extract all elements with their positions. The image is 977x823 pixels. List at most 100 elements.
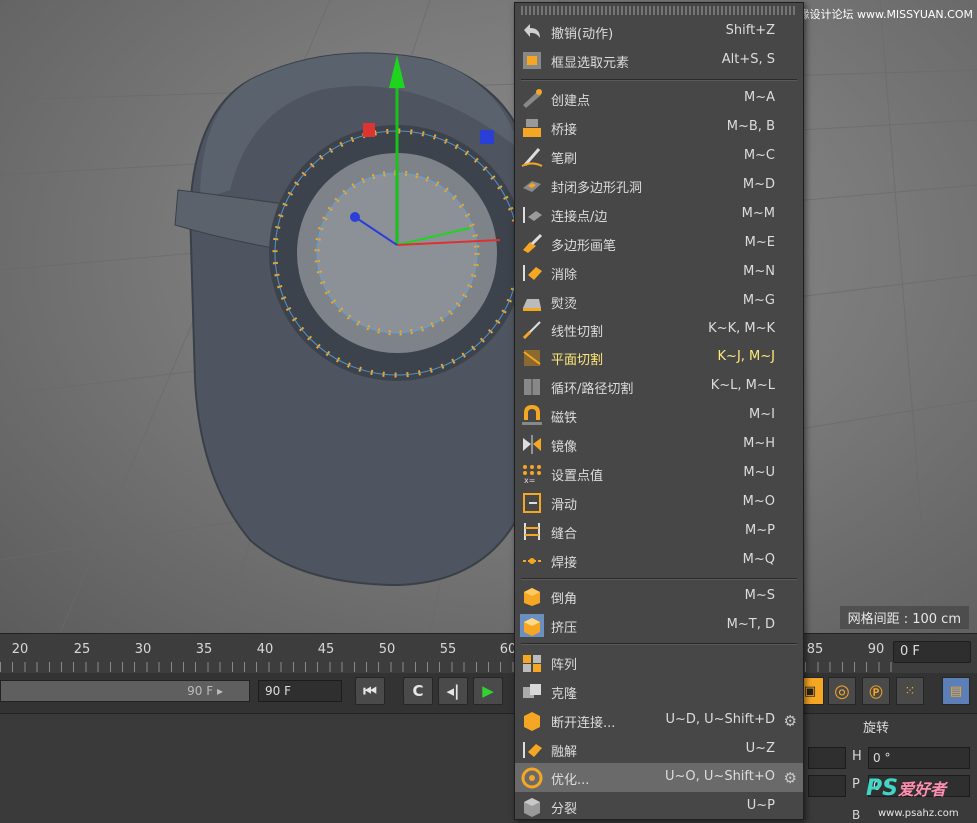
3d-viewport[interactable]: 思缘设计论坛 www.MISSYUAN.COM 网格间距 : 100 cm <box>0 0 977 633</box>
previous-frame-button[interactable]: ◂| <box>438 677 468 705</box>
timeline-tick: 50 <box>378 642 396 657</box>
transport-bar: 90 F ▸ 90 F ⏮ C ◂| ▶ ▣ ◎ Ⓟ ⁙ ▤ <box>0 673 977 713</box>
slide-icon <box>520 491 544 514</box>
play-button[interactable]: ▶ <box>473 677 503 705</box>
rotate-label: 旋转 <box>863 721 890 736</box>
site-url: www.psahz.com <box>878 808 959 819</box>
menu-separator <box>521 79 797 81</box>
melt-icon <box>520 738 544 761</box>
menu-item-weld[interactable]: 焊接 M~Q <box>515 546 803 575</box>
line-cut-icon <box>520 318 544 341</box>
menu-item-bevel[interactable]: 倒角 M~S <box>515 582 803 611</box>
gear-icon[interactable]: ⚙ <box>784 769 797 787</box>
viewport-scene <box>0 0 977 633</box>
coord-field[interactable] <box>808 747 846 769</box>
film-icon: ▤ <box>949 683 963 699</box>
iron-icon <box>520 290 544 313</box>
close-hole-icon <box>520 174 544 197</box>
menu-item-frame-selected[interactable]: 框显选取元素 Alt+S, S <box>515 46 803 75</box>
go-to-start-icon: ⏮ <box>363 682 377 700</box>
timeline-tick: 30 <box>134 642 152 657</box>
timeline-tick: 35 <box>195 642 213 657</box>
menu-separator <box>521 643 797 645</box>
menu-grip[interactable] <box>521 6 797 15</box>
brush-icon <box>520 145 544 168</box>
parameter-key-button[interactable]: Ⓟ <box>862 677 890 705</box>
timeline-tick: 45 <box>317 642 335 657</box>
menu-item-set-point-value[interactable]: x= 设置点值 M~U <box>515 459 803 488</box>
timeline-tick: 40 <box>256 642 274 657</box>
menu-item-melt[interactable]: 融解 U~Z <box>515 735 803 764</box>
menu-item-clone[interactable]: 克隆 <box>515 677 803 706</box>
dots-grid-icon: ⁙ <box>904 683 916 699</box>
menu-item-stitch[interactable]: 缝合 M~P <box>515 517 803 546</box>
site-logo: PS爱好者 <box>866 776 946 801</box>
menu-item-undo[interactable]: 撤销(动作) Shift+Z <box>515 17 803 46</box>
extrude-icon <box>520 614 544 637</box>
menu-item-line-cut[interactable]: 线性切割 K~K, M~K <box>515 315 803 344</box>
h-label: H <box>852 749 862 764</box>
point-level-button[interactable]: ⁙ <box>896 677 924 705</box>
menu-item-array[interactable]: 阵列 <box>515 648 803 677</box>
current-frame-field[interactable]: 0 F <box>893 641 971 663</box>
menu-item-slide[interactable]: 滑动 M~O <box>515 488 803 517</box>
grid-spacing-label: 网格间距 : 100 cm <box>839 606 969 629</box>
stitch-icon <box>520 520 544 543</box>
keyframe-icon: ▣ <box>803 683 817 699</box>
menu-item-mirror[interactable]: 镜像 M~H <box>515 430 803 459</box>
loop-cut-icon <box>520 375 544 398</box>
timeline-tick: 85 <box>806 642 824 657</box>
menu-item-create-point[interactable]: 创建点 M~A <box>515 84 803 113</box>
menu-item-optimize[interactable]: 优化... U~O, U~Shift+O ⚙ <box>515 763 803 792</box>
menu-item-extrude[interactable]: 挤压 M~T, D <box>515 611 803 640</box>
connect-points-icon <box>520 203 544 226</box>
menu-item-split[interactable]: 分裂 U~P <box>515 792 803 821</box>
previous-frame-icon: ◂| <box>446 682 460 700</box>
previous-key-button[interactable]: C <box>403 677 433 705</box>
frame-selected-icon <box>520 49 544 72</box>
menu-item-connect-points[interactable]: 连接点/边 M~M <box>515 200 803 229</box>
menu-item-bridge[interactable]: 桥接 M~B, B <box>515 113 803 142</box>
timeline-tick: 25 <box>73 642 91 657</box>
dissolve-icon <box>520 261 544 284</box>
previous-key-icon: C <box>412 682 424 700</box>
disconnect-icon <box>520 709 544 732</box>
mirror-icon <box>520 433 544 456</box>
watermark-text: 思缘设计论坛 www.MISSYUAN.COM <box>787 8 973 21</box>
go-to-start-button[interactable]: ⏮ <box>355 677 385 705</box>
parameter-key-icon: Ⓟ <box>869 685 883 701</box>
optimize-icon <box>520 766 544 789</box>
coordinates-panel: 旋转 H 0 ° P 0 ° B <box>0 713 977 823</box>
play-icon: ▶ <box>482 682 494 700</box>
autokey-button[interactable]: ◎ <box>828 677 856 705</box>
create-point-icon <box>520 87 544 110</box>
menu-item-polygon-pen[interactable]: 多边形画笔 M~E <box>515 229 803 258</box>
weld-icon <box>520 549 544 572</box>
timeline-window-button[interactable]: ▤ <box>942 677 970 705</box>
menu-item-brush[interactable]: 笔刷 M~C <box>515 142 803 171</box>
clone-icon <box>520 680 544 703</box>
context-menu: 撤销(动作) Shift+Z 框显选取元素 Alt+S, S 创建点 M~A 桥… <box>514 2 804 820</box>
coord-field[interactable] <box>808 775 846 797</box>
menu-separator <box>521 578 797 580</box>
split-icon <box>520 795 544 818</box>
menu-item-magnet[interactable]: 磁铁 M~I <box>515 401 803 430</box>
plane-cut-icon <box>520 346 544 369</box>
h-rotation-field[interactable]: 0 ° <box>868 747 970 769</box>
timeline-tick: 20 <box>11 642 29 657</box>
timeline-ruler[interactable]: 20 25 30 35 40 45 50 55 60 85 90 <box>0 633 977 674</box>
frame-range-slider[interactable]: 90 F ▸ <box>0 680 250 702</box>
magnet-icon <box>520 404 544 427</box>
menu-item-iron[interactable]: 熨烫 M~G <box>515 287 803 316</box>
menu-item-loop-cut[interactable]: 循环/路径切割 K~L, M~L <box>515 372 803 401</box>
menu-item-plane-cut[interactable]: 平面切割 K~J, M~J <box>515 343 803 372</box>
svg-text:x=: x= <box>524 476 535 485</box>
p-label: P <box>852 777 860 792</box>
menu-item-close-hole[interactable]: 封闭多边形孔洞 M~D <box>515 171 803 200</box>
menu-item-dissolve[interactable]: 消除 M~N <box>515 258 803 287</box>
menu-item-disconnect[interactable]: 断开连接... U~D, U~Shift+D ⚙ <box>515 706 803 735</box>
range-end-field[interactable]: 90 F <box>258 680 342 702</box>
undo-icon <box>520 20 544 43</box>
gear-icon[interactable]: ⚙ <box>784 712 797 730</box>
timeline-tick: 90 <box>867 642 885 657</box>
